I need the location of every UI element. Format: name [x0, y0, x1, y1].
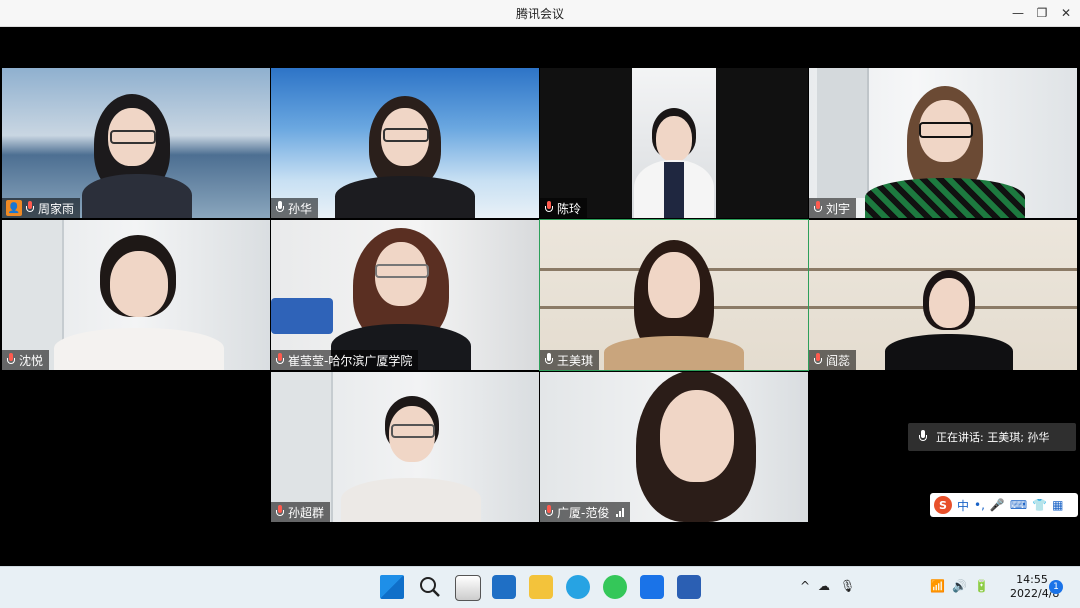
participant-video [82, 78, 192, 218]
battery-icon[interactable]: 🔋 [974, 579, 989, 593]
mic-icon [544, 353, 554, 367]
mic-muted-icon [813, 353, 823, 367]
participant-name-tag: 刘宇 [809, 198, 857, 218]
volume-icon[interactable]: 🔊 [952, 579, 967, 593]
participant-name: 阎蕊 [826, 353, 851, 368]
onedrive-icon[interactable]: ☁ [818, 579, 830, 593]
participant-video [616, 372, 776, 522]
participant-video [885, 270, 1013, 370]
mic-icon [275, 201, 285, 215]
video-tile[interactable]: 陈玲 [540, 68, 808, 218]
participant-name: 陈玲 [557, 201, 582, 216]
participant-name: 沈悦 [19, 353, 44, 368]
window-decor [817, 68, 869, 198]
word-icon[interactable] [677, 575, 701, 599]
video-tile[interactable]: 王美琪 [539, 219, 809, 371]
sogou-logo-icon[interactable]: S [934, 496, 952, 514]
ime-toolbar[interactable]: S 中 •, 🎤 ⌨ 👕 ▦ [930, 493, 1078, 517]
maximize-button[interactable]: ❐ [1032, 3, 1052, 23]
minimize-button[interactable]: — [1008, 3, 1028, 23]
ime-skin-icon[interactable]: 👕 [1032, 498, 1047, 512]
tray-chevron-icon[interactable]: ^ [800, 579, 810, 593]
wifi-icon[interactable]: 📶 [930, 579, 945, 593]
video-tile[interactable]: 阎蕊 [809, 220, 1077, 370]
video-grid: 👤 周家雨 孙华 陈玲 刘宇 沈悦 崔莹莹-哈尔滨广厦学院 王美琪 阎蕊 孙超群… [0, 27, 1080, 565]
participant-video [865, 78, 1025, 218]
window-decor [271, 372, 333, 522]
participant-name-tag: 孙华 [271, 198, 319, 218]
participant-name-tag: 崔莹莹-哈尔滨广厦学院 [271, 350, 419, 370]
title-bar: 腾讯会议 — ❐ ✕ [0, 0, 1080, 27]
participant-name-tag: 陈玲 [540, 198, 588, 218]
speaking-indicator: 正在讲话: 王美琪; 孙华 [908, 423, 1076, 451]
participant-name-tag: 👤 周家雨 [2, 198, 81, 218]
close-button[interactable]: ✕ [1056, 3, 1076, 23]
participant-video [604, 230, 744, 370]
mic-muted-icon [275, 505, 285, 519]
video-tile[interactable]: 沈悦 [2, 220, 270, 370]
video-tile[interactable]: 孙华 [271, 68, 539, 218]
widgets-icon[interactable] [492, 575, 516, 599]
ime-voice-icon[interactable]: 🎤 [990, 498, 1005, 512]
taskbar-clock[interactable]: 14:55 2022/4/8 [1010, 573, 1060, 601]
network-signal-icon [616, 507, 625, 517]
mic-muted-icon [544, 505, 554, 519]
mic-icon [918, 430, 928, 444]
mic-muted-icon [25, 201, 35, 215]
mic-muted-icon [813, 201, 823, 215]
ime-toolbox-icon[interactable]: ▦ [1052, 498, 1063, 512]
participant-name: 孙超群 [288, 505, 325, 520]
sofa-decor [271, 298, 333, 334]
clock-date: 2022/4/8 [1010, 587, 1060, 600]
participant-name-tag: 沈悦 [2, 350, 50, 370]
mic-muted-icon [275, 353, 285, 367]
start-button-icon[interactable] [380, 575, 404, 599]
participant-name: 周家雨 [38, 201, 75, 216]
participant-name-tag: 王美琪 [540, 350, 600, 370]
speaking-label: 正在讲话: 王美琪; 孙华 [936, 431, 1050, 444]
mic-muted-icon [544, 201, 554, 215]
video-tile[interactable]: 孙超群 [271, 372, 539, 522]
participant-name: 刘宇 [826, 201, 851, 216]
participant-name-tag: 孙超群 [271, 502, 331, 522]
edge-browser-icon[interactable] [566, 575, 590, 599]
video-tile[interactable]: 广厦-范俊 [540, 372, 808, 522]
tencent-meeting-icon[interactable] [640, 575, 664, 599]
host-icon: 👤 [6, 200, 22, 216]
participant-name: 孙华 [288, 201, 313, 216]
task-view-icon[interactable] [455, 575, 481, 601]
search-icon[interactable] [418, 575, 442, 599]
file-explorer-icon[interactable] [529, 575, 553, 599]
video-tile[interactable]: 👤 周家雨 [2, 68, 270, 218]
ime-keyboard-icon[interactable]: ⌨ [1010, 498, 1027, 512]
wechat-icon[interactable] [603, 575, 627, 599]
participant-name-tag: 阎蕊 [809, 350, 857, 370]
video-tile[interactable]: 刘宇 [809, 68, 1077, 218]
participant-name-tag: 广厦-范俊 [540, 502, 631, 522]
participant-video [335, 88, 475, 218]
window-title: 腾讯会议 [515, 7, 564, 21]
ime-punctuation-toggle[interactable]: •, [974, 498, 985, 512]
participant-name: 王美琪 [557, 353, 594, 368]
taskbar: ^ ☁ 🎙 📶 🔊 🔋 14:55 2022/4/8 1 [0, 566, 1080, 608]
clock-time: 14:55 [1016, 573, 1048, 586]
participant-video [341, 392, 481, 522]
video-tile[interactable]: 崔莹莹-哈尔滨广厦学院 [271, 220, 539, 370]
tray-mic-icon[interactable]: 🎙 [840, 579, 855, 593]
participant-video [54, 225, 224, 370]
mic-muted-icon [6, 353, 16, 367]
participant-video [331, 222, 471, 370]
participant-name: 崔莹莹-哈尔滨广厦学院 [288, 353, 413, 368]
ime-mode-toggle[interactable]: 中 [957, 497, 969, 514]
notification-badge[interactable]: 1 [1049, 580, 1063, 594]
participant-name: 广厦-范俊 [557, 505, 610, 520]
participant-video [634, 88, 714, 218]
